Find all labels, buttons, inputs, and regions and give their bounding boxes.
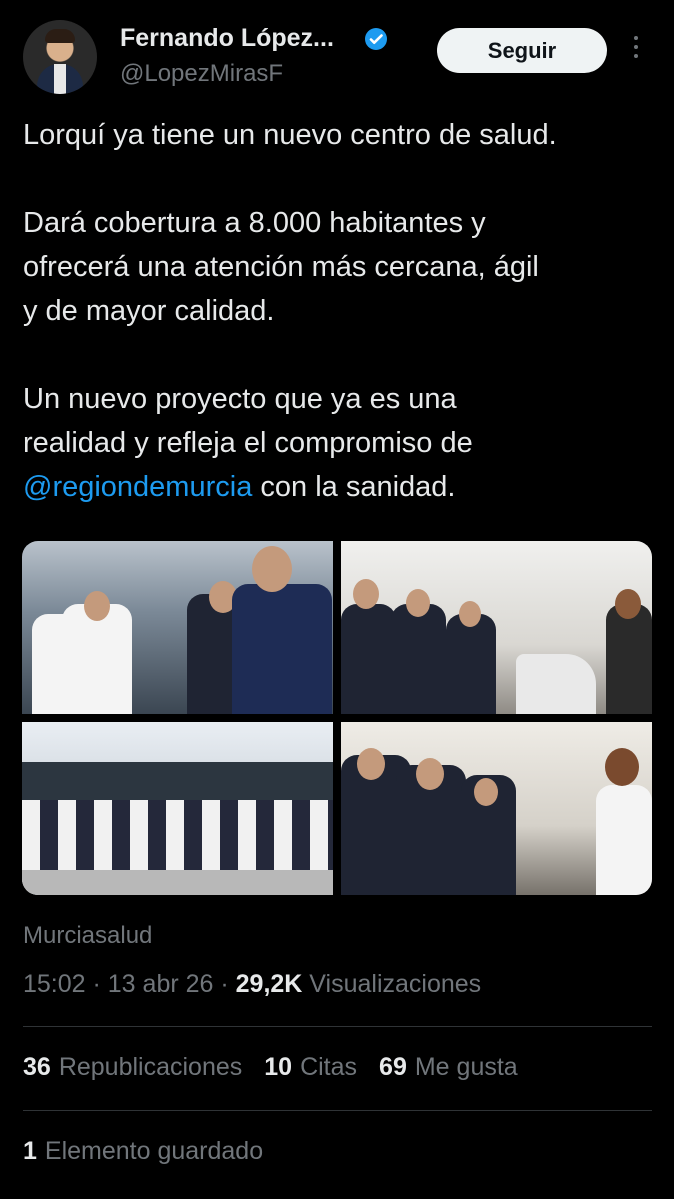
verified-badge-icon: [365, 28, 387, 50]
reposts-label: Republicaciones: [58, 1053, 243, 1081]
bookmarks-count: 1: [23, 1137, 37, 1165]
views-label: Visualizaciones: [302, 970, 482, 998]
tweet-paragraph-2: Dará cobertura a 8.000 habitantes y ofre…: [23, 207, 539, 327]
photo-2[interactable]: [341, 541, 652, 714]
likes-count: 69: [379, 1053, 407, 1081]
more-options-icon[interactable]: [626, 36, 646, 66]
tweet-time[interactable]: 15:02: [23, 970, 86, 998]
engagement-stats: 36 Republicaciones 10 Citas 69 Me gusta: [23, 1053, 518, 1082]
tweet-paragraph-3-start: Un nuevo proyecto que ya es una realidad…: [23, 383, 473, 459]
divider: [23, 1026, 652, 1027]
likes-stat[interactable]: 69 Me gusta: [379, 1053, 518, 1082]
quotes-stat[interactable]: 10 Citas: [264, 1053, 357, 1082]
media-grid: [22, 541, 652, 895]
mention-link[interactable]: @regiondemurcia: [23, 471, 252, 503]
photo-1[interactable]: [22, 541, 333, 714]
bookmarks-stat[interactable]: 1 Elemento guardado: [23, 1137, 263, 1166]
reposts-count: 36: [23, 1053, 51, 1081]
photo-4[interactable]: [341, 722, 652, 895]
author-name[interactable]: Fernando López...: [120, 24, 334, 53]
source-label[interactable]: Murciasalud: [23, 922, 152, 950]
tweet-date[interactable]: 13 abr 26: [108, 970, 214, 998]
tweet-paragraph-3-end: con la sanidad.: [252, 471, 456, 503]
quotes-label: Citas: [300, 1053, 358, 1081]
tweet-text: Lorquí ya tiene un nuevo centro de salud…: [23, 113, 663, 509]
avatar[interactable]: [23, 20, 97, 94]
follow-button[interactable]: Seguir: [437, 28, 607, 73]
author-handle[interactable]: @LopezMirasF: [120, 60, 283, 88]
meta-separator: ·: [213, 970, 236, 998]
tweet-header: Fernando López... @LopezMirasF Seguir: [0, 0, 674, 100]
photo-3[interactable]: [22, 722, 333, 895]
views-count: 29,2K: [235, 970, 303, 998]
divider: [23, 1110, 652, 1111]
tweet-line-1: Lorquí ya tiene un nuevo centro de salud…: [23, 119, 557, 151]
tweet-meta: 15:02 · 13 abr 26 · 29,2K Visualizacione…: [23, 970, 481, 999]
meta-separator: ·: [85, 970, 108, 998]
reposts-stat[interactable]: 36 Republicaciones: [23, 1053, 242, 1082]
quotes-count: 10: [264, 1053, 293, 1081]
bookmarks-label: Elemento guardado: [44, 1137, 264, 1165]
likes-label: Me gusta: [414, 1053, 518, 1081]
